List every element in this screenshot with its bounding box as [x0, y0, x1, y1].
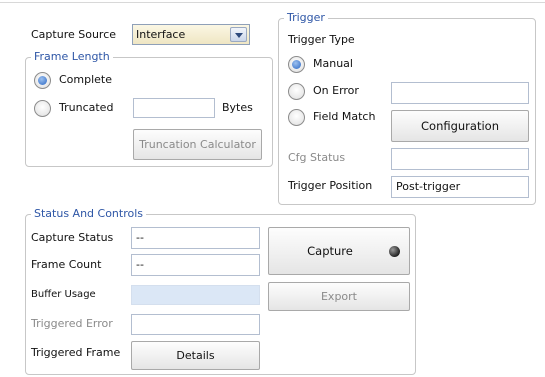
capture-button[interactable]: Capture: [268, 227, 410, 275]
details-button[interactable]: Details: [131, 341, 260, 370]
trigger-position-label: Trigger Position: [288, 179, 373, 192]
cfg-status-label: Cfg Status: [288, 151, 346, 164]
capture-source-select[interactable]: Interface: [132, 24, 250, 45]
bytes-label: Bytes: [222, 101, 253, 114]
status-controls-legend: Status And Controls: [34, 207, 144, 220]
trigger-position-input[interactable]: Post-trigger: [391, 176, 529, 198]
on-error-label: On Error: [313, 84, 359, 97]
chevron-down-icon[interactable]: [230, 27, 247, 42]
complete-label: Complete: [59, 73, 113, 86]
trigger-type-label: Trigger Type: [288, 33, 355, 46]
truncated-bytes-input[interactable]: [133, 98, 215, 118]
capture-status-label: Capture Status: [31, 231, 114, 244]
on-error-radio[interactable]: [288, 83, 305, 100]
capture-button-label: Capture: [307, 244, 353, 258]
frame-count-input[interactable]: --: [131, 254, 260, 276]
manual-label: Manual: [313, 57, 353, 70]
trigger-legend: Trigger: [287, 11, 325, 24]
truncated-label: Truncated: [59, 101, 114, 114]
buffer-usage-label: Buffer Usage: [31, 289, 96, 300]
frame-length-legend: Frame Length: [34, 50, 110, 63]
capture-status-input[interactable]: --: [131, 227, 260, 249]
triggered-frame-label: Triggered Frame: [31, 346, 121, 359]
truncated-radio[interactable]: [34, 100, 51, 117]
frame-count-label: Frame Count: [31, 258, 102, 271]
configuration-button[interactable]: Configuration: [391, 110, 529, 142]
top-divider: [0, 2, 545, 3]
capture-indicator-icon: [389, 246, 400, 257]
export-button[interactable]: Export: [268, 282, 410, 311]
buffer-usage-bar: [131, 285, 260, 305]
capture-source-value: Interface: [136, 28, 186, 41]
triggered-error-label: Triggered Error: [31, 317, 113, 330]
field-match-radio[interactable]: [288, 109, 305, 126]
manual-radio[interactable]: [288, 56, 305, 73]
complete-radio[interactable]: [34, 72, 51, 89]
capture-source-label: Capture Source: [31, 28, 117, 41]
on-error-input[interactable]: [391, 82, 529, 104]
triggered-error-input[interactable]: [131, 314, 260, 335]
field-match-label: Field Match: [313, 110, 376, 123]
truncation-calculator-button[interactable]: Truncation Calculator: [133, 129, 262, 160]
cfg-status-input[interactable]: [391, 148, 529, 170]
